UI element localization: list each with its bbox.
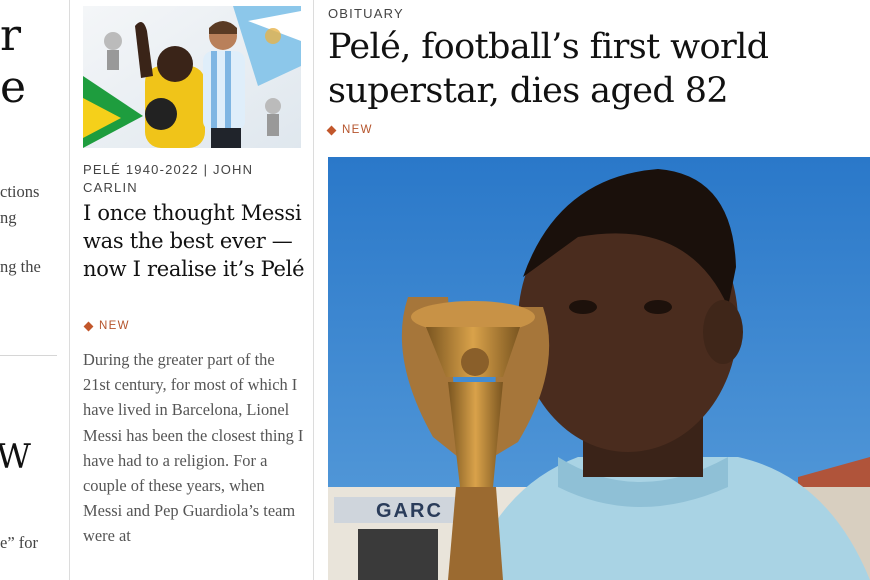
- opinion-article: PELÉ 1940-2022 | JOHN CARLIN I once thou…: [83, 0, 305, 580]
- main-article: OBITUARY Pelé, football’s first world su…: [326, 0, 870, 580]
- main-headline[interactable]: Pelé, football’s first world superstar, …: [328, 25, 870, 113]
- column-divider: [313, 0, 314, 580]
- article-thumbnail[interactable]: [83, 6, 301, 148]
- divider: [0, 355, 57, 356]
- new-badge: NEW: [83, 320, 130, 332]
- article-excerpt[interactable]: During the greater part of the 21st cent…: [83, 347, 305, 549]
- hero-image[interactable]: GARC: [328, 157, 870, 580]
- article-kicker[interactable]: PELÉ 1940-2022 | JOHN CARLIN: [83, 161, 298, 197]
- left-text-line: ng the: [0, 257, 41, 276]
- article-headline[interactable]: I once thought Messi was the best ever —…: [83, 199, 308, 283]
- left-headline-fragment[interactable]: r: [0, 14, 21, 58]
- new-badge-label: NEW: [99, 320, 130, 332]
- left-text-line: ng: [0, 208, 17, 227]
- new-badge: NEW: [326, 124, 373, 136]
- new-badge-label: NEW: [342, 124, 373, 136]
- diamond-icon: [83, 321, 94, 331]
- article-kicker[interactable]: OBITUARY: [328, 6, 404, 21]
- sign-text: GARC: [376, 500, 443, 522]
- left-text-line: e” for: [0, 533, 39, 552]
- left-text-line: ctions: [0, 182, 40, 201]
- pele-trophy-photo: GARC: [328, 157, 870, 580]
- left-headline-fragment[interactable]: e: [0, 66, 26, 110]
- diamond-icon: [326, 125, 337, 135]
- pele-messi-collage-image: [83, 6, 301, 148]
- column-divider: [69, 0, 70, 580]
- left-column-teaser: r e ctions ng ng the W e” for: [0, 0, 57, 580]
- left-headline-fragment[interactable]: W: [0, 440, 31, 474]
